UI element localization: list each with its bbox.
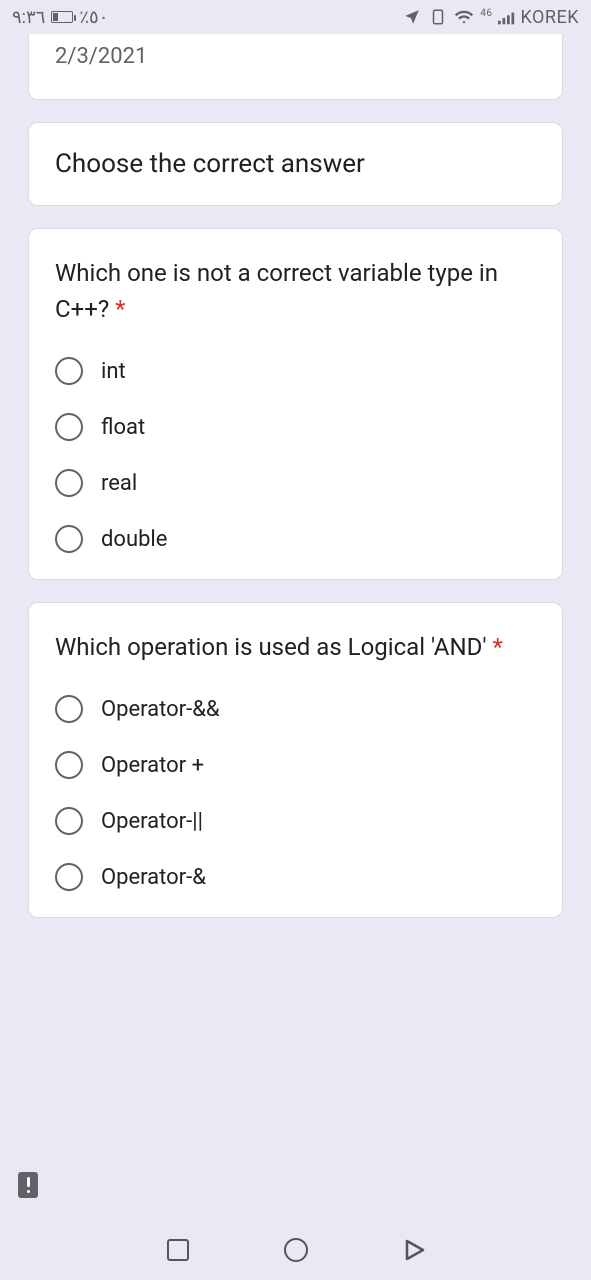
option-label: Operator-|| [101, 809, 203, 834]
date-card: 2/3/2021 [28, 34, 563, 100]
radio-option[interactable]: double [55, 525, 536, 553]
options-group: Operator-&& Operator + Operator-|| Opera… [55, 695, 536, 891]
form-content: 2/3/2021 Choose the correct answer Which… [0, 34, 591, 918]
option-label: double [101, 527, 167, 552]
option-label: Operator + [101, 753, 204, 778]
options-group: int float real double [55, 357, 536, 553]
option-label: real [101, 471, 137, 496]
radio-icon [55, 469, 83, 497]
option-label: Operator-& [101, 865, 206, 890]
recent-apps-button[interactable] [164, 1236, 192, 1264]
section-card: Choose the correct answer [28, 122, 563, 206]
radio-option[interactable]: real [55, 469, 536, 497]
network-indicator: 46 KOREK [480, 7, 579, 28]
radio-option[interactable]: Operator-|| [55, 807, 536, 835]
radio-option[interactable]: Operator-&& [55, 695, 536, 723]
radio-icon [55, 357, 83, 385]
status-time: ٩:٣٦ [12, 7, 45, 28]
radio-option[interactable]: Operator-& [55, 863, 536, 891]
question-card-2: Which operation is used as Logical 'AND'… [28, 602, 563, 918]
status-bar: ٩:٣٦ ٪٥٠ 46 KOREK [0, 0, 591, 34]
exclamation-icon [27, 1177, 30, 1193]
radio-icon [55, 807, 83, 835]
radio-icon [55, 413, 83, 441]
radio-option[interactable]: Operator + [55, 751, 536, 779]
radio-icon [55, 695, 83, 723]
location-icon [402, 7, 422, 27]
android-nav-bar [0, 1220, 591, 1280]
status-left: ٩:٣٦ ٪٥٠ [12, 7, 108, 28]
radio-icon [55, 525, 83, 553]
section-title: Choose the correct answer [55, 149, 536, 179]
battery-icon [51, 11, 73, 23]
radio-icon [55, 863, 83, 891]
report-problem-button[interactable] [18, 1172, 38, 1198]
carrier-name: KOREK [520, 7, 579, 28]
option-label: int [101, 359, 126, 384]
triangle-icon [401, 1237, 427, 1263]
radio-option[interactable]: int [55, 357, 536, 385]
option-label: Operator-&& [101, 697, 220, 722]
status-right: 46 KOREK [402, 7, 579, 28]
rotation-lock-icon [428, 7, 448, 27]
radio-icon [55, 751, 83, 779]
radio-option[interactable]: float [55, 413, 536, 441]
question-text: Which one is not a correct variable type… [55, 255, 536, 327]
square-icon [167, 1239, 189, 1261]
question-card-1: Which one is not a correct variable type… [28, 228, 563, 580]
required-asterisk: * [492, 633, 502, 661]
circle-icon [284, 1238, 308, 1262]
back-button[interactable] [400, 1236, 428, 1264]
question-text: Which operation is used as Logical 'AND'… [55, 629, 536, 665]
required-asterisk: * [115, 295, 125, 323]
form-date: 2/3/2021 [55, 44, 536, 69]
option-label: float [101, 415, 145, 440]
wifi-icon [454, 7, 474, 27]
home-button[interactable] [282, 1236, 310, 1264]
battery-percent: ٪٥٠ [79, 7, 108, 28]
